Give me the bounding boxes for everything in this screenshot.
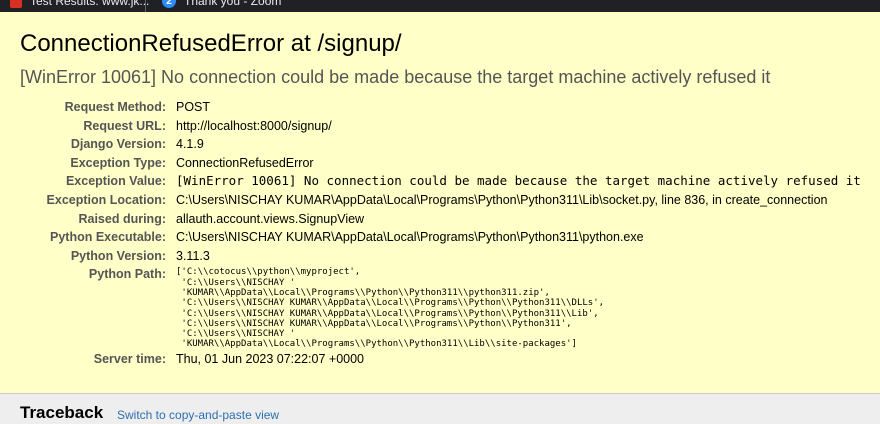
meta-label: Exception Type: (70, 155, 166, 170)
meta-value: ConnectionRefusedError (176, 155, 314, 170)
meta-value: [WinError 10061] No connection could be … (176, 173, 861, 189)
meta-label: Request URL: (83, 118, 166, 133)
meta-value: Thu, 01 Jun 2023 07:22:07 +0000 (176, 351, 365, 366)
python-path-list: ['C:\\cotocus\\python\\myproject', 'C:\\… (176, 267, 605, 350)
tab-separator (145, 0, 146, 12)
meta-label: Exception Location: (46, 192, 166, 207)
zoom-icon: 2 (162, 0, 176, 8)
browser-tab-zoom[interactable]: 2 Thank you - Zoom (162, 0, 281, 8)
meta-value: 4.1.9 (176, 137, 204, 152)
meta-row-raised-during: Raised during: allauth.account.views.Sig… (20, 210, 861, 229)
meta-label: Raised during: (78, 211, 166, 226)
meta-row-exception-value: Exception Value: [WinError 10061] No con… (20, 172, 861, 191)
meta-value: POST (176, 100, 211, 114)
meta-label: Exception Value: (65, 174, 166, 189)
browser-tab-test-results[interactable]: Test Results: www.jk... (10, 0, 149, 8)
copy-paste-view-link[interactable]: Switch to copy-and-paste view (117, 408, 279, 422)
meta-label: Request Method: (64, 100, 166, 114)
meta-label: Server time: (93, 351, 166, 366)
meta-label: Django Version: (70, 137, 166, 152)
meta-value: ['C:\\cotocus\\python\\myproject', 'C:\\… (172, 265, 861, 349)
traceback-section: Traceback Switch to copy-and-paste view (0, 393, 880, 424)
meta-value: 3.11.3 (176, 248, 210, 263)
request-meta-table: Request Method: POST Request URL: http:/… (20, 98, 861, 368)
tab-label: Test Results: www.jk... (30, 0, 150, 8)
meta-row-python-executable: Python Executable: C:\Users\NISCHAY KUMA… (20, 228, 861, 247)
tab-label: Thank you - Zoom (184, 0, 282, 8)
meta-row-python-version: Python Version: 3.11.3 (20, 247, 861, 266)
meta-row-django-version: Django Version: 4.1.9 (20, 135, 861, 154)
meta-value: allauth.account.views.SignupView (176, 211, 365, 226)
meta-label: Python Executable: (50, 230, 166, 245)
exception-message: [WinError 10061] No connection could be … (20, 67, 771, 87)
page-title: ConnectionRefusedError at /signup/ (20, 30, 402, 57)
meta-row-exception-location: Exception Location: C:\Users\NISCHAY KUM… (20, 191, 861, 210)
meta-row-python-path: Python Path: ['C:\\cotocus\\python\\mypr… (20, 265, 861, 349)
meta-row-server-time: Server time: Thu, 01 Jun 2023 07:22:07 +… (20, 350, 861, 369)
meta-label: Python Path: (88, 267, 166, 282)
meta-row-exception-type: Exception Type: ConnectionRefusedError (20, 154, 861, 173)
meta-row-request-method: Request Method: POST (20, 98, 861, 117)
traceback-title: Traceback (20, 403, 104, 422)
meta-row-request-url: Request URL: http://localhost:8000/signu… (20, 117, 861, 136)
meta-label: Python Version: (70, 248, 166, 263)
browser-tab-bar: Test Results: www.jk... 2 Thank you - Zo… (0, 0, 880, 12)
red-document-icon (10, 0, 22, 8)
meta-value: C:\Users\NISCHAY KUMAR\AppData\Local\Pro… (176, 230, 644, 245)
error-summary: ConnectionRefusedError at /signup/ [WinE… (0, 12, 880, 88)
meta-value: C:\Users\NISCHAY KUMAR\AppData\Local\Pro… (176, 192, 828, 207)
meta-value: http://localhost:8000/signup/ (176, 118, 332, 133)
